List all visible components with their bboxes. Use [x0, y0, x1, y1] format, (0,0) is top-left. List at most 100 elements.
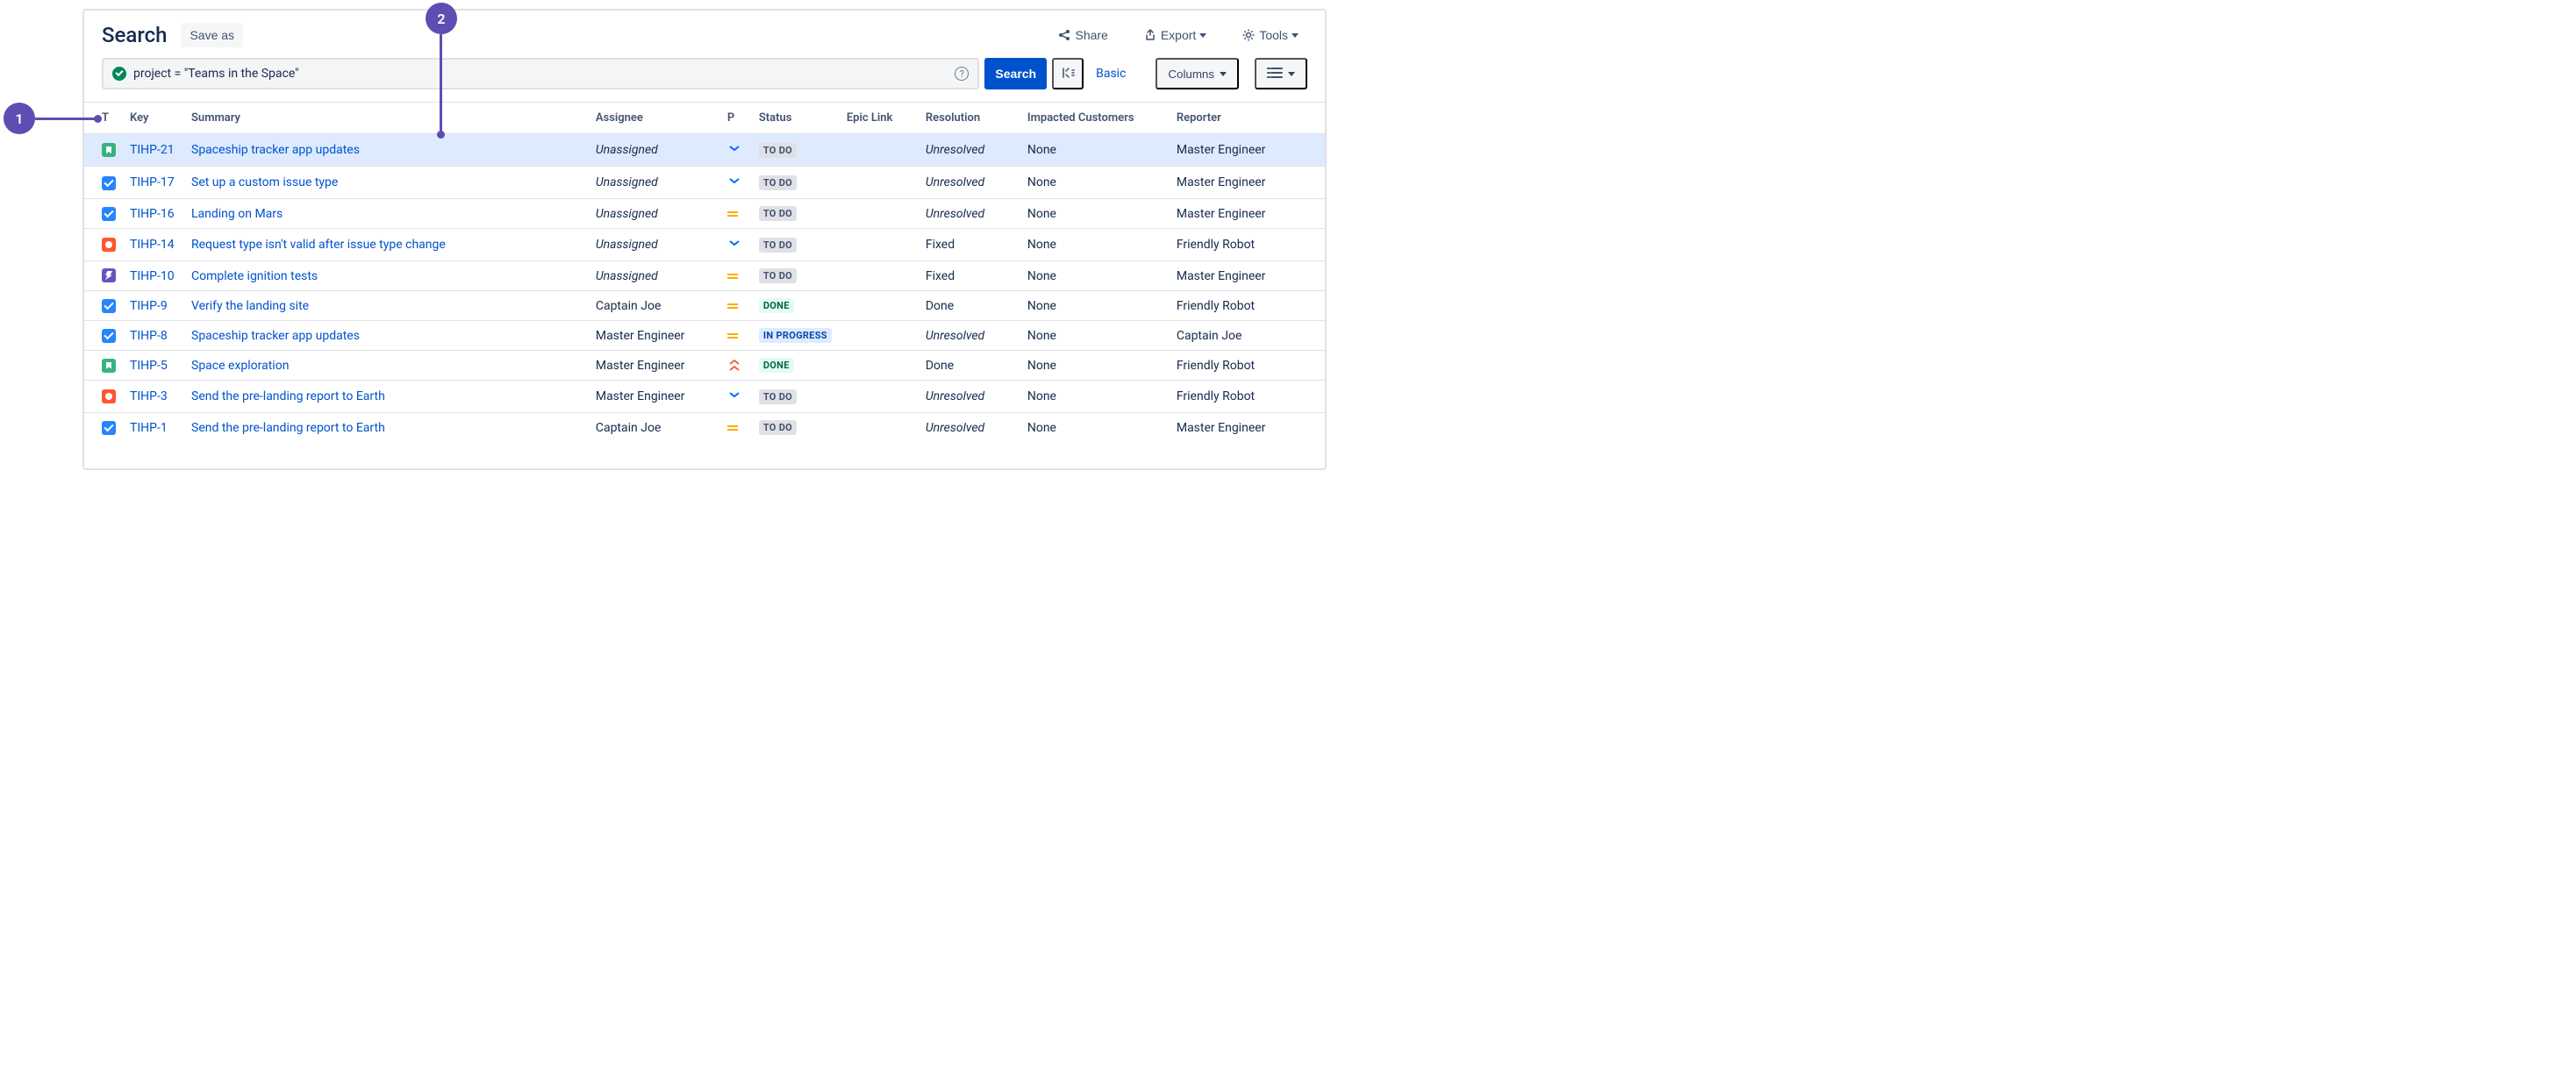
- table-row[interactable]: TIHP-1 Send the pre-landing report to Ear…: [84, 413, 1325, 443]
- issue-summary-link[interactable]: Send the pre-landing report to Earth: [191, 389, 385, 403]
- issue-key-link[interactable]: TIHP-10: [130, 269, 175, 283]
- issue-summary-link[interactable]: Set up a custom issue type: [191, 175, 338, 189]
- header-row: Search Save as Share Export Tools: [84, 11, 1325, 58]
- tools-button[interactable]: Tools: [1233, 23, 1307, 47]
- assignee-value: Unassigned: [596, 269, 658, 283]
- table-row[interactable]: TIHP-8 Spaceship tracker app updates Maste…: [84, 321, 1325, 351]
- export-button[interactable]: Export: [1134, 23, 1215, 47]
- issue-type-epic-icon: [102, 268, 116, 282]
- cell-summary: Request type isn't valid after issue typ…: [184, 229, 589, 261]
- table-row[interactable]: TIHP-21 Spaceship tracker app updates Unas…: [84, 134, 1325, 167]
- basic-link[interactable]: Basic: [1089, 67, 1133, 81]
- issue-key-link[interactable]: TIHP-14: [130, 238, 175, 252]
- impacted-value: None: [1027, 143, 1056, 157]
- toolbar-right: Share Export Tools: [1048, 23, 1307, 47]
- resolution-value: Fixed: [926, 269, 955, 283]
- export-label: Export: [1161, 28, 1196, 42]
- cell-impacted: None: [1020, 413, 1170, 443]
- issue-key-link[interactable]: TIHP-21: [130, 143, 175, 157]
- issue-summary-link[interactable]: Spaceship tracker app updates: [191, 143, 360, 157]
- assignee-value: Unassigned: [596, 175, 658, 189]
- col-header-key[interactable]: Key: [123, 103, 184, 134]
- priority-medium-icon: [727, 207, 741, 221]
- issue-summary-link[interactable]: Spaceship tracker app updates: [191, 329, 360, 343]
- col-header-assignee[interactable]: Assignee: [589, 103, 720, 134]
- issue-key-link[interactable]: TIHP-9: [130, 299, 168, 313]
- issue-summary-link[interactable]: Request type isn't valid after issue typ…: [191, 238, 446, 252]
- columns-button[interactable]: Columns: [1156, 58, 1239, 89]
- col-header-status[interactable]: Status: [752, 103, 840, 134]
- issue-summary-link[interactable]: Space exploration: [191, 359, 289, 373]
- syntax-help-button[interactable]: [1052, 58, 1084, 89]
- assignee-value: Captain Joe: [596, 421, 662, 435]
- issue-summary-link[interactable]: Verify the landing site: [191, 299, 309, 313]
- col-header-reporter[interactable]: Reporter: [1170, 103, 1325, 134]
- cell-status: TO DO: [752, 381, 840, 413]
- view-switcher-button[interactable]: [1255, 58, 1307, 89]
- assignee-value: Captain Joe: [596, 299, 662, 313]
- priority-medium-icon: [727, 329, 741, 343]
- cell-summary: Spaceship tracker app updates: [184, 321, 589, 351]
- save-as-label: Save as: [190, 28, 234, 42]
- cell-priority: [720, 261, 752, 291]
- col-header-impacted[interactable]: Impacted Customers: [1020, 103, 1170, 134]
- col-header-epic-link[interactable]: Epic Link: [840, 103, 919, 134]
- cell-epic-link: [840, 261, 919, 291]
- cell-assignee: Unassigned: [589, 261, 720, 291]
- cell-reporter: Master Engineer: [1170, 134, 1325, 167]
- issue-summary-link[interactable]: Send the pre-landing report to Earth: [191, 421, 385, 435]
- reporter-value: Friendly Robot: [1177, 299, 1255, 313]
- col-header-summary[interactable]: Summary: [184, 103, 589, 134]
- cell-priority: [720, 134, 752, 167]
- col-header-resolution[interactable]: Resolution: [919, 103, 1020, 134]
- table-row[interactable]: TIHP-10 Complete ignition tests Unassigned…: [84, 261, 1325, 291]
- jql-input[interactable]: project = "Teams in the Space" ?: [102, 58, 979, 89]
- cell-reporter: Friendly Robot: [1170, 381, 1325, 413]
- issue-summary-link[interactable]: Complete ignition tests: [191, 269, 318, 283]
- impacted-value: None: [1027, 421, 1056, 435]
- table-row[interactable]: TIHP-5Space explorationMaster EngineerDO…: [84, 351, 1325, 381]
- table-row[interactable]: TIHP-9 Verify the landing site Captain Joe…: [84, 291, 1325, 321]
- table-row[interactable]: TIHP-14 Request type isn't valid after is…: [84, 229, 1325, 261]
- assignee-value: Master Engineer: [596, 329, 685, 343]
- cell-status: TO DO: [752, 261, 840, 291]
- share-icon: [1057, 28, 1071, 42]
- help-icon[interactable]: ?: [955, 67, 969, 81]
- cell-type: [84, 134, 123, 167]
- cell-assignee: Master Engineer: [589, 351, 720, 381]
- cell-reporter: Master Engineer: [1170, 413, 1325, 443]
- annotation-bubble-2: 2: [426, 3, 457, 34]
- issue-key-link[interactable]: TIHP-3: [130, 389, 168, 403]
- table-row[interactable]: TIHP-16Landing on MarsUnassignedTO DOUnr…: [84, 199, 1325, 229]
- cell-assignee: Unassigned: [589, 134, 720, 167]
- annotation-dot-1: [94, 115, 102, 123]
- cell-key: TIHP-1: [123, 413, 184, 443]
- priority-low-icon: [727, 236, 741, 250]
- cell-reporter: Master Engineer: [1170, 261, 1325, 291]
- table-row[interactable]: TIHP-3 Send the pre-landing report to Ear…: [84, 381, 1325, 413]
- cell-type: [84, 291, 123, 321]
- issue-key-link[interactable]: TIHP-5: [130, 359, 168, 373]
- cell-impacted: None: [1020, 229, 1170, 261]
- issue-key-link[interactable]: TIHP-16: [130, 207, 175, 221]
- save-as-button[interactable]: Save as: [181, 23, 243, 47]
- table-row[interactable]: TIHP-17 Set up a custom issue type Unassig…: [84, 167, 1325, 199]
- reporter-value: Friendly Robot: [1177, 389, 1255, 403]
- basic-label: Basic: [1096, 67, 1126, 81]
- cell-impacted: None: [1020, 351, 1170, 381]
- cell-epic-link: [840, 291, 919, 321]
- col-header-priority[interactable]: P: [720, 103, 752, 134]
- cell-impacted: None: [1020, 291, 1170, 321]
- issue-key-link[interactable]: TIHP-17: [130, 175, 175, 189]
- share-button[interactable]: Share: [1048, 23, 1116, 47]
- resolution-value: Unresolved: [926, 389, 984, 403]
- search-button[interactable]: Search: [984, 58, 1047, 89]
- impacted-value: None: [1027, 269, 1056, 283]
- issue-key-link[interactable]: TIHP-1: [130, 421, 168, 435]
- cell-resolution: Unresolved: [919, 199, 1020, 229]
- cell-epic-link: [840, 167, 919, 199]
- impacted-value: None: [1027, 238, 1056, 252]
- issue-key-link[interactable]: TIHP-8: [130, 329, 168, 343]
- issue-summary-link[interactable]: Landing on Mars: [191, 207, 283, 221]
- issue-type-task-icon: [102, 299, 116, 313]
